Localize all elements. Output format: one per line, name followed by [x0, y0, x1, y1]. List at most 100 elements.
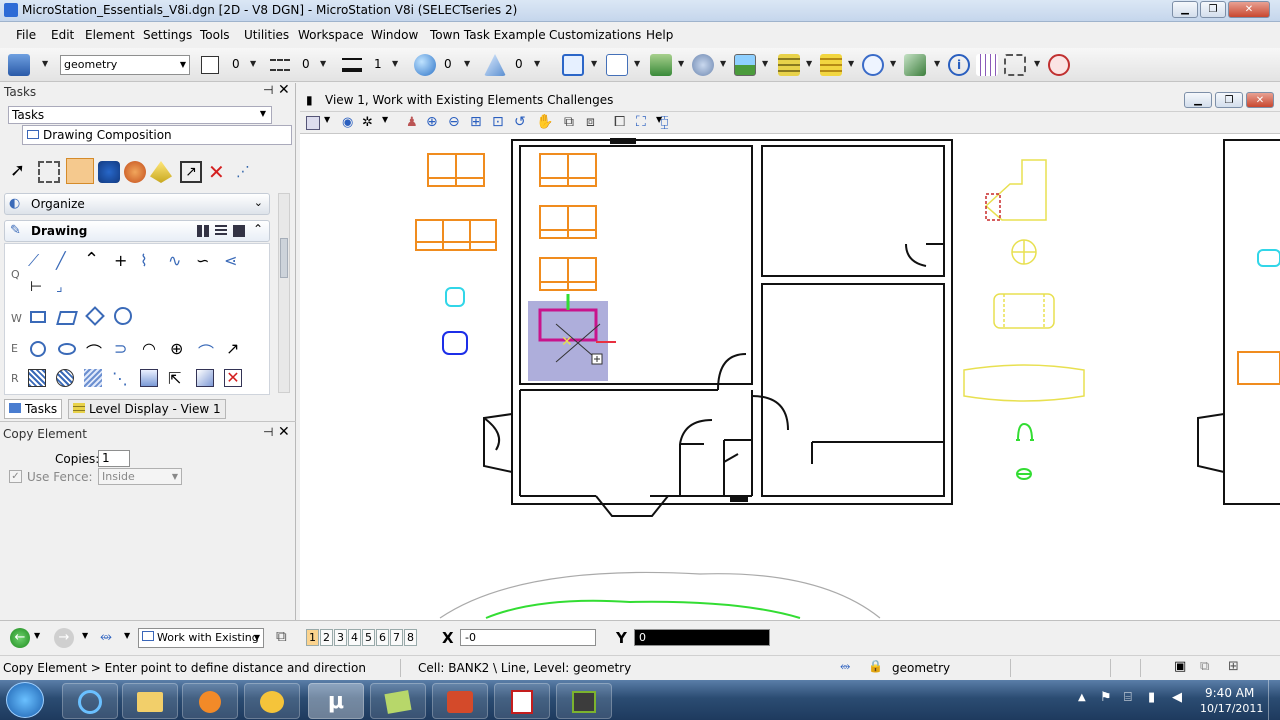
view-5-button[interactable]: 5 — [362, 629, 375, 646]
accudraw-icon[interactable] — [904, 54, 926, 76]
flag-icon[interactable]: ⚑ — [1100, 690, 1112, 705]
lock-icon[interactable]: 🔒 — [868, 659, 883, 673]
display-style-icon[interactable]: ◉ — [342, 115, 353, 130]
grid-icon[interactable] — [976, 54, 998, 76]
references-icon[interactable] — [606, 54, 628, 76]
chevron-down-icon[interactable]: ▼ — [591, 59, 601, 68]
layers-icon[interactable] — [778, 54, 800, 76]
drawing-canvas[interactable]: ✕ — [300, 134, 1280, 620]
chevron-down-icon[interactable]: ▼ — [890, 59, 900, 68]
tasks-dropdown[interactable]: Tasks ▼ — [8, 106, 272, 124]
view-2-button[interactable]: 2 — [320, 629, 333, 646]
modify-arc-icon[interactable]: ⊃ — [114, 339, 132, 358]
level-combo[interactable]: geometry ▼ — [60, 55, 190, 75]
start-button[interactable] — [6, 682, 44, 718]
place-bspline-icon[interactable]: ∽ — [196, 251, 216, 271]
window-area-icon[interactable]: ⊞ — [470, 114, 482, 130]
app-icon[interactable] — [4, 3, 18, 17]
file-explorer-icon[interactable] — [122, 683, 178, 719]
chair-cell-blue[interactable] — [442, 331, 468, 355]
place-stream-icon[interactable]: ⌇ — [140, 251, 160, 271]
scroll-thumb[interactable] — [280, 238, 288, 278]
element-selection-icon[interactable] — [562, 54, 584, 76]
copy-view-icon[interactable]: ⧠ — [614, 114, 625, 130]
menu-edit[interactable]: Edit — [51, 28, 74, 42]
cancel-icon[interactable] — [1048, 54, 1070, 76]
copies-input[interactable]: 1 — [98, 450, 130, 467]
place-shape-icon[interactable] — [56, 311, 78, 325]
linear-pattern-icon[interactable]: ⋱ — [112, 369, 130, 388]
measure-tool-icon[interactable] — [150, 161, 172, 183]
chevron-down-icon[interactable]: ▼ — [42, 59, 52, 68]
view-8-button[interactable]: 8 — [404, 629, 417, 646]
place-point-icon[interactable]: + — [114, 251, 134, 271]
show-pattern-attributes-icon[interactable] — [140, 369, 158, 387]
fence-icon[interactable] — [1004, 54, 1026, 76]
camera-icon[interactable]: ⧮ — [660, 114, 669, 130]
internet-explorer-icon[interactable] — [62, 683, 118, 719]
save-icon[interactable]: ▣ — [1174, 659, 1186, 674]
line-weight-icon[interactable] — [342, 58, 362, 72]
detail-view-icon[interactable] — [233, 225, 245, 237]
edit-pattern-icon[interactable] — [196, 369, 214, 387]
chair-cell-cyan[interactable] — [445, 287, 465, 307]
menu-help[interactable]: Help — [646, 28, 673, 42]
color-swatch-icon[interactable] — [201, 56, 219, 74]
chevron-down-icon[interactable]: ▼ — [1034, 59, 1044, 68]
menu-file[interactable]: File — [16, 28, 36, 42]
menu-workspace[interactable]: Workspace — [298, 28, 364, 42]
raster-manager-icon[interactable] — [692, 54, 714, 76]
place-half-ellipse-icon[interactable]: ◠ — [142, 339, 160, 358]
chevron-down-icon[interactable]: ▼ — [124, 631, 130, 640]
use-fence-select[interactable]: Inside ▼ — [98, 468, 182, 485]
chevron-down-icon[interactable]: ▼ — [634, 59, 644, 68]
media-player-icon[interactable] — [182, 683, 238, 719]
show-desktop-button[interactable] — [1268, 680, 1280, 720]
place-quarter-ellipse-icon[interactable]: ⊕ — [170, 339, 188, 358]
chevron-down-icon[interactable]: ▼ — [324, 115, 330, 124]
place-circle-icon[interactable] — [30, 341, 46, 357]
chevron-down-icon[interactable]: ▼ — [82, 631, 88, 640]
hatch-area-icon[interactable] — [28, 369, 46, 387]
view-settings-icon[interactable]: ✲ — [362, 115, 373, 130]
menu-utilities[interactable]: Utilities — [244, 28, 289, 42]
notes-icon[interactable] — [370, 683, 426, 719]
chevron-down-icon[interactable]: ▼ — [848, 59, 858, 68]
show-hidden-icons-icon[interactable]: ▲ — [1078, 692, 1086, 703]
snap-mode-icon[interactable]: ⥈ — [840, 659, 850, 674]
pin-icon[interactable]: ⊣ — [263, 425, 273, 439]
green-cells[interactable] — [1016, 422, 1034, 480]
models-icon[interactable] — [650, 54, 672, 76]
fit-view-icon[interactable]: ⊡ — [492, 114, 504, 130]
view-attributes-icon[interactable] — [306, 116, 320, 130]
rotate-view-icon[interactable]: ↺ — [514, 114, 526, 130]
view-close-button[interactable]: ✕ — [1246, 92, 1274, 108]
view-7-button[interactable]: 7 — [390, 629, 403, 646]
place-ellipse-icon[interactable] — [58, 343, 76, 355]
chevron-down-icon[interactable]: ▼ — [934, 59, 944, 68]
place-regular-polygon-icon[interactable] — [114, 307, 132, 325]
screen-recorder-icon[interactable] — [556, 683, 612, 719]
menu-settings[interactable]: Settings — [143, 28, 192, 42]
chevron-down-icon[interactable]: ▼ — [34, 631, 40, 640]
maximize-button[interactable]: ❐ — [1200, 1, 1226, 18]
chair-cell-cyan-right[interactable] — [1257, 249, 1280, 267]
menu-window[interactable]: Window — [371, 28, 418, 42]
chevron-down-icon[interactable]: ▼ — [534, 59, 544, 68]
tasks-scrollbar[interactable] — [278, 193, 290, 393]
menu-town-task-example[interactable]: Town Task Example — [430, 28, 546, 42]
pattern-area-icon[interactable] — [84, 369, 102, 387]
element-selection-tool-icon[interactable]: ➚ — [10, 160, 32, 182]
fence-tool-icon[interactable] — [38, 161, 60, 183]
transparency-globe-icon[interactable] — [414, 54, 436, 76]
place-curve-icon[interactable]: ∿ — [168, 251, 188, 271]
construct-icon[interactable]: ⋖ — [224, 251, 244, 271]
tab-level-display[interactable]: Level Display - View 1 — [68, 399, 226, 419]
minimize-button[interactable]: ▁ — [1172, 1, 1198, 18]
chevron-down-icon[interactable]: ▼ — [382, 115, 388, 124]
chevron-down-icon[interactable]: ▼ — [392, 59, 402, 68]
device-icon[interactable]: ⌸ — [1124, 690, 1132, 705]
menu-element[interactable]: Element — [85, 28, 135, 42]
crosshatch-area-icon[interactable] — [56, 369, 74, 387]
pan-view-icon[interactable]: ✋ — [536, 114, 553, 130]
